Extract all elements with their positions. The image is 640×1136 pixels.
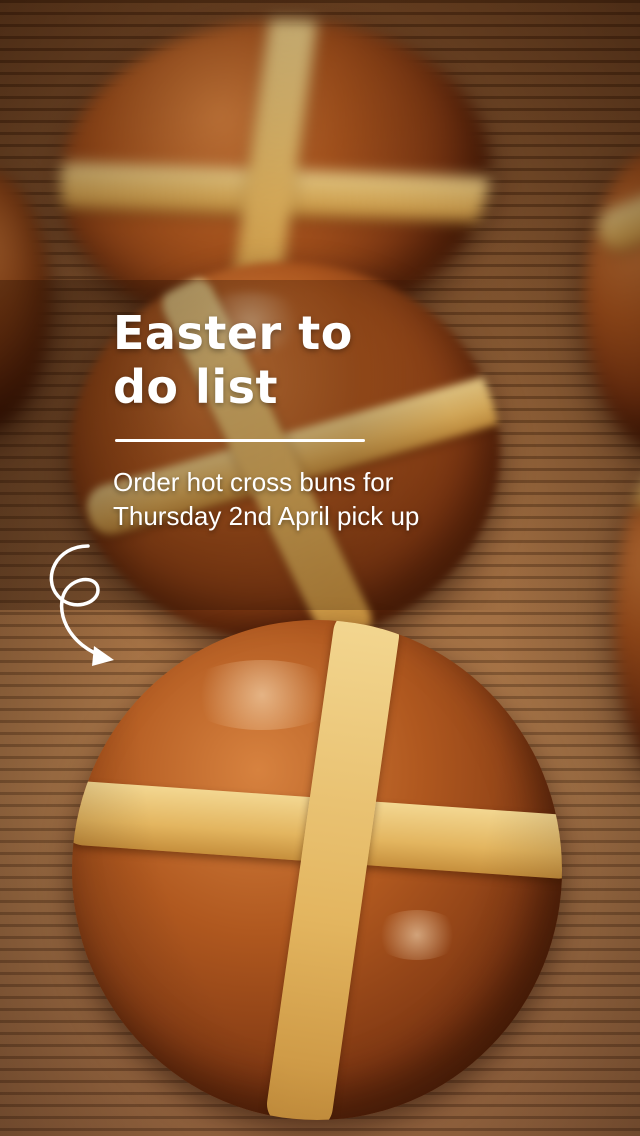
side-bun-right-lower bbox=[615, 460, 640, 780]
story-canvas: Easter to do list Order hot cross buns f… bbox=[0, 0, 640, 1136]
foreground-bun bbox=[72, 620, 562, 1120]
list-title: Easter to do list bbox=[113, 306, 353, 414]
side-bun-left bbox=[0, 170, 50, 430]
side-bun-right bbox=[585, 150, 640, 450]
list-item-text: Order hot cross buns for Thursday 2nd Ap… bbox=[113, 467, 420, 531]
title-divider bbox=[115, 439, 365, 442]
curly-arrow-icon bbox=[49, 544, 114, 666]
